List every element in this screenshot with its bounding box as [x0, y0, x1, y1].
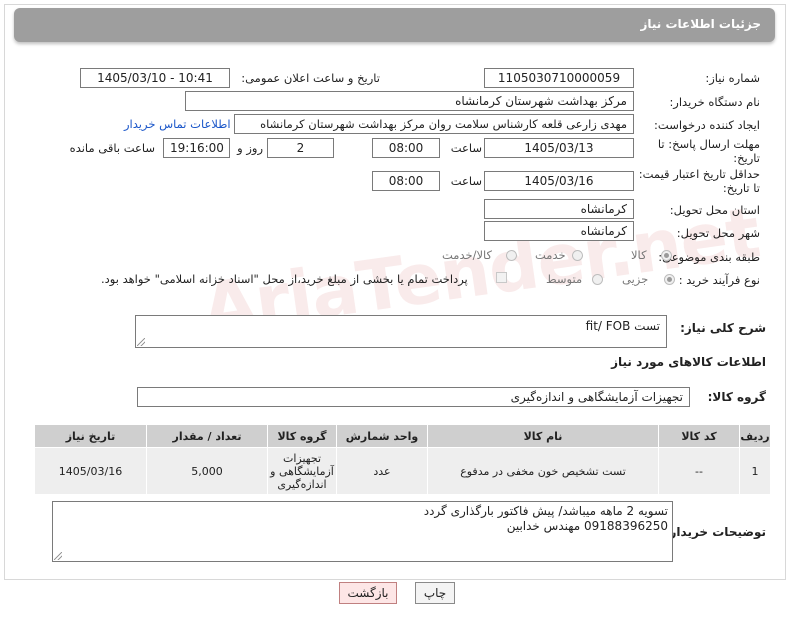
- process-label: نوع فرآیند خرید :: [678, 273, 760, 287]
- creator-label: ایجاد کننده درخواست:: [654, 118, 760, 132]
- category-goods-radio[interactable]: [661, 250, 672, 261]
- province-label: استان محل تحویل:: [669, 203, 760, 217]
- print-button[interactable]: چاپ: [415, 582, 455, 604]
- cell-qty: 5,000: [146, 447, 268, 495]
- resize-grip-icon[interactable]: [137, 338, 145, 346]
- cell-unit: عدد: [336, 447, 428, 495]
- col-date: تاریخ نیاز: [34, 424, 147, 448]
- buyer-org-field: مرکز بهداشت شهرستان کرمانشاه: [185, 91, 634, 111]
- page-title: جزئیات اطلاعات نیاز: [640, 17, 761, 31]
- buyer-org-label: نام دستگاه خریدار:: [669, 95, 760, 109]
- buyer-notes-textarea[interactable]: تسویه 2 ماهه میباشد/ پیش فاکتور بارگذاری…: [52, 501, 673, 562]
- col-name: نام کالا: [427, 424, 659, 448]
- category-label: طبقه بندی موضوعی:: [658, 250, 760, 264]
- remaining-label: ساعت باقی مانده: [69, 141, 155, 155]
- col-qty: تعداد / مقدار: [146, 424, 268, 448]
- category-goods-label: کالا: [631, 248, 647, 262]
- contact-buyer-link[interactable]: اطلاعات تماس خریدار: [124, 117, 231, 131]
- col-unit: واحد شمارش: [336, 424, 428, 448]
- city-field: کرمانشاه: [484, 221, 634, 241]
- announce-field: 1405/03/10 - 10:41: [80, 68, 230, 88]
- price-time-field: 08:00: [372, 171, 440, 191]
- need-number-label: شماره نیاز:: [705, 71, 760, 85]
- title-bar: جزئیات اطلاعات نیاز: [14, 8, 775, 42]
- deadline-date-field: 1405/03/13: [484, 138, 634, 158]
- price-time-label: ساعت: [450, 174, 482, 188]
- treasury-note: پرداخت تمام یا بخشی از مبلغ خرید،از محل …: [101, 272, 468, 286]
- description-label: شرح کلی نیاز:: [680, 321, 766, 335]
- table-row: 1 -- تست تشخیص خون مخفی در مدفوع عدد تجه…: [34, 447, 771, 495]
- process-minor-radio[interactable]: [664, 274, 675, 285]
- province-field: کرمانشاه: [484, 199, 634, 219]
- deadline-time-field: 08:00: [372, 138, 440, 158]
- buyer-notes-line-2: 09188396250 مهندس خدابین: [506, 519, 668, 533]
- buyer-notes-label: توضیحات خریدار:: [664, 525, 766, 539]
- cell-group: تجهیزات آزمایشگاهی و اندازه‌گیری: [267, 447, 337, 495]
- resize-grip-icon[interactable]: [54, 552, 62, 560]
- deadline-time-label: ساعت: [450, 141, 482, 155]
- process-medium-label: متوسط: [546, 272, 583, 286]
- buyer-notes-line-1: تسویه 2 ماهه میباشد/ پیش فاکتور بارگذاری…: [423, 504, 668, 518]
- description-textarea[interactable]: تست fit/ FOB: [135, 315, 667, 348]
- col-row: ردیف: [739, 424, 771, 448]
- deadline-label: مهلت ارسال پاسخ: تا تاریخ:: [657, 137, 760, 165]
- table-header-row: ردیف کد کالا نام کالا واحد شمارش گروه کا…: [34, 424, 771, 448]
- back-button[interactable]: بازگشت: [339, 582, 397, 604]
- process-minor-label: جزیی: [622, 272, 649, 286]
- goods-info-heading: اطلاعات کالاهای مورد نیاز: [611, 355, 766, 369]
- category-both-label: کالا/خدمت: [442, 248, 493, 262]
- need-number-field: 1105030710000059: [484, 68, 634, 88]
- price-date-field: 1405/03/16: [484, 171, 634, 191]
- description-text: تست fit/ FOB: [585, 319, 660, 333]
- process-medium-radio[interactable]: [592, 274, 603, 285]
- treasury-checkbox[interactable]: [496, 272, 507, 283]
- price-validity-label: حداقل تاریخ اعتبار قیمت: تا تاریخ:: [638, 167, 760, 195]
- col-group: گروه کالا: [267, 424, 337, 448]
- city-label: شهر محل تحویل:: [676, 226, 760, 240]
- cell-row: 1: [739, 447, 771, 495]
- creator-field: مهدی زارعی قلعه کارشناس سلامت روان مرکز …: [234, 114, 634, 134]
- category-service-radio[interactable]: [572, 250, 583, 261]
- goods-group-field: تجهیزات آزمایشگاهی و اندازه‌گیری: [137, 387, 690, 407]
- cell-name: تست تشخیص خون مخفی در مدفوع: [427, 447, 659, 495]
- cell-date: 1405/03/16: [34, 447, 147, 495]
- cell-code: --: [658, 447, 740, 495]
- announce-label: تاریخ و ساعت اعلان عمومی:: [241, 71, 380, 85]
- goods-group-label: گروه کالا:: [707, 390, 766, 404]
- remaining-time-field: 19:16:00: [163, 138, 230, 158]
- days-label: روز و: [237, 141, 263, 155]
- items-table: ردیف کد کالا نام کالا واحد شمارش گروه کا…: [34, 424, 771, 495]
- col-code: کد کالا: [658, 424, 740, 448]
- category-both-radio[interactable]: [506, 250, 517, 261]
- days-field: 2: [267, 138, 334, 158]
- category-service-label: خدمت: [535, 248, 566, 262]
